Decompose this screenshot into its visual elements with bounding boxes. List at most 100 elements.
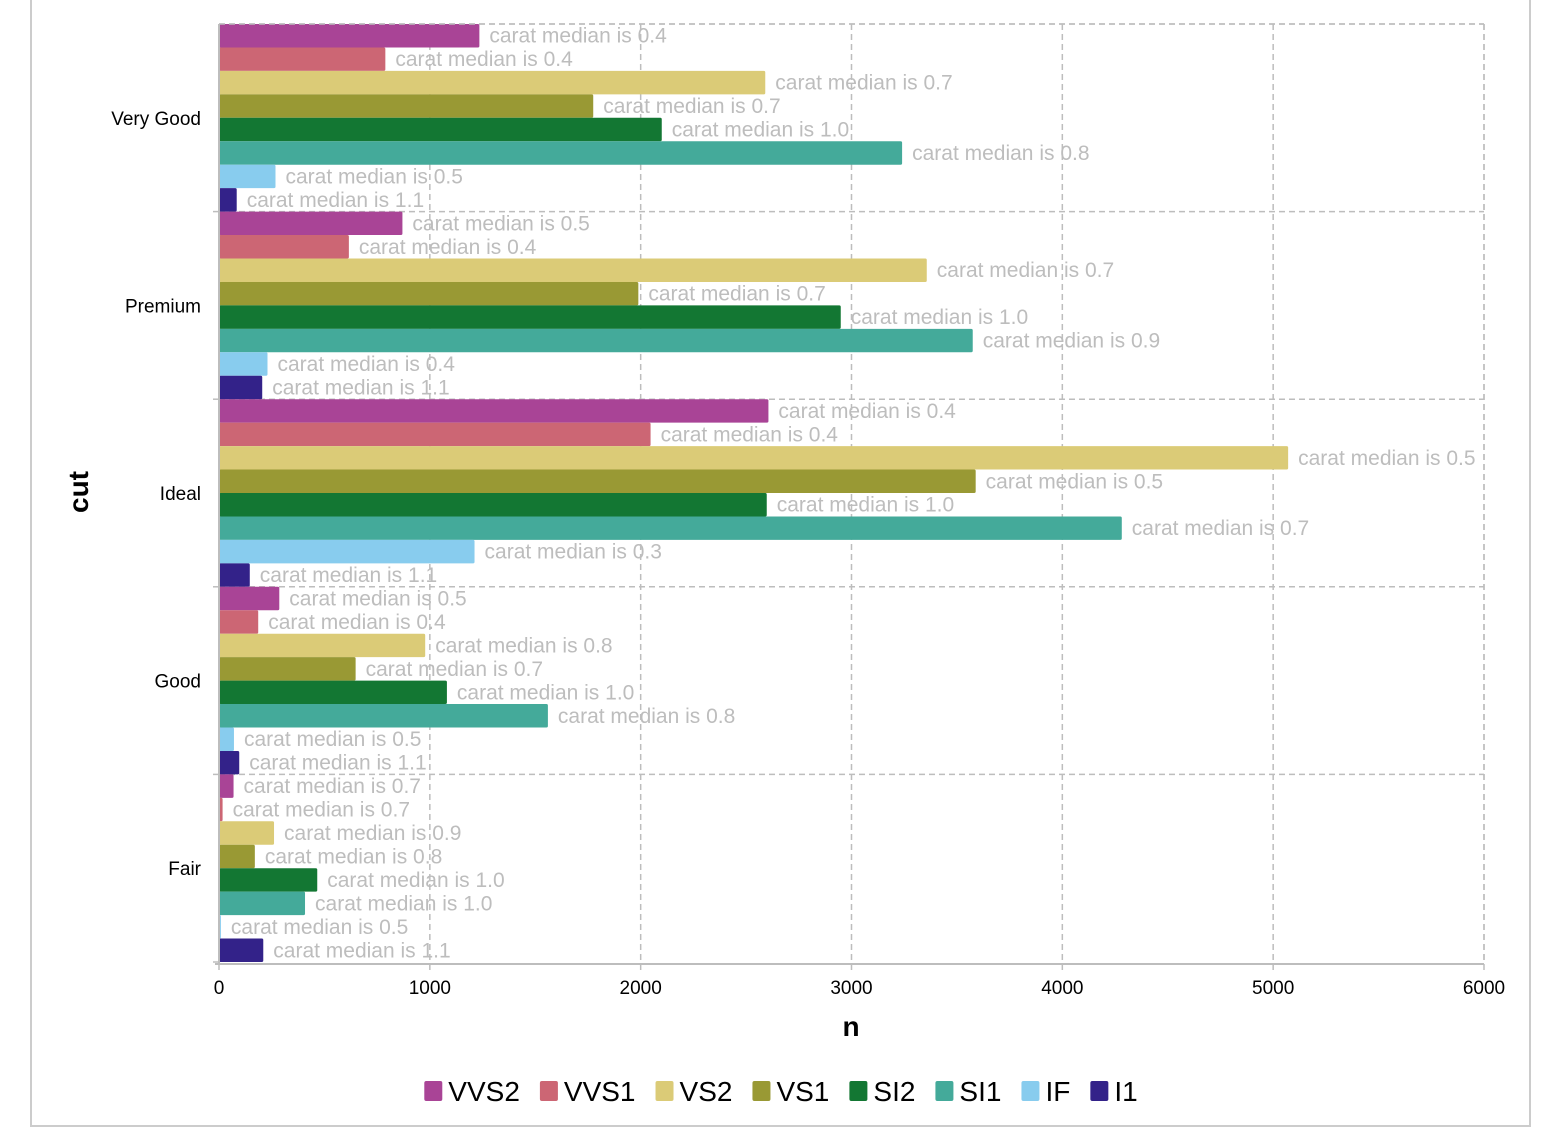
legend-swatch	[1090, 1081, 1109, 1101]
data-label: carat median is 1.1	[273, 939, 450, 962]
data-label: carat median is 1.0	[327, 869, 504, 892]
data-label: carat median is 0.5	[231, 916, 408, 939]
data-label: carat median is 1.1	[247, 189, 424, 212]
data-label: carat median is 0.7	[775, 72, 952, 95]
legend-swatch	[424, 1081, 443, 1101]
legend-item-i1: I1	[1090, 1076, 1138, 1107]
legend-label: IF	[1045, 1076, 1070, 1107]
bar-vvs1-ideal	[219, 422, 651, 447]
data-label: carat median is 0.5	[289, 588, 466, 611]
bar-si2-very-good	[219, 117, 662, 142]
bar-si1-ideal	[219, 516, 1122, 540]
data-label: carat median is 1.1	[260, 564, 437, 587]
x-axis-title: n	[842, 1011, 859, 1042]
legend-swatch	[1021, 1081, 1040, 1101]
data-label: carat median is 0.4	[778, 400, 956, 423]
data-label: carat median is 0.5	[986, 470, 1163, 493]
data-label: carat median is 1.0	[851, 306, 1028, 329]
data-label: carat median is 0.7	[1132, 517, 1309, 540]
data-label: carat median is 1.0	[672, 119, 849, 142]
legend-item-si1: SI1	[935, 1076, 1001, 1107]
legend-label: VS1	[776, 1076, 829, 1107]
legend-item-vvs2: VVS2	[424, 1076, 520, 1107]
x-tick-label: 5000	[1252, 978, 1294, 999]
data-label: carat median is 0.7	[648, 283, 825, 306]
bar-i1-good	[219, 750, 240, 775]
data-label: carat median is 1.1	[249, 752, 426, 775]
bar-vvs1-good	[219, 610, 259, 634]
data-label: carat median is 0.5	[412, 212, 589, 235]
bar-vvs2-good	[219, 586, 280, 611]
data-label: carat median is 0.4	[268, 611, 446, 634]
bar-vvs1-very-good	[219, 47, 386, 71]
data-label: carat median is 0.5	[244, 728, 421, 751]
legend-swatch	[849, 1081, 868, 1101]
data-label: carat median is 1.0	[457, 681, 634, 704]
legend-item-si2: SI2	[849, 1076, 915, 1107]
bar-vvs2-very-good	[219, 24, 480, 48]
data-label: carat median is 0.8	[558, 705, 735, 728]
data-label: carat median is 0.4	[489, 25, 667, 48]
bar-si2-fair	[219, 868, 318, 892]
data-label: carat median is 1.0	[315, 892, 492, 915]
data-label: carat median is 0.3	[485, 541, 662, 564]
y-tick-label: Very Good	[111, 109, 201, 130]
data-label: carat median is 0.4	[359, 236, 537, 259]
bar-vs1-very-good	[219, 94, 594, 118]
legend: VVS2 VVS1 VS2 VS1 SI2 SI1 IF I1	[424, 1076, 1138, 1107]
data-label: carat median is 0.4	[395, 48, 573, 71]
bar-vs1-premium	[219, 281, 639, 306]
bar-vs2-fair	[219, 821, 275, 845]
bar-if-very-good	[219, 164, 276, 189]
x-tick-label: 6000	[1463, 978, 1505, 999]
bar-vvs1-premium	[219, 235, 349, 259]
data-label: carat median is 0.7	[244, 775, 421, 798]
bar-si1-very-good	[219, 141, 903, 165]
bar-if-premium	[219, 352, 268, 376]
bar-vvs2-fair	[219, 774, 234, 798]
bar-si1-fair	[219, 891, 306, 916]
data-label: carat median is 0.7	[603, 95, 780, 118]
bar-vs2-very-good	[219, 70, 766, 95]
legend-swatch	[539, 1081, 558, 1101]
y-tick-label: Fair	[168, 859, 201, 880]
bar-si1-good	[219, 704, 548, 728]
data-label: carat median is 0.7	[937, 259, 1114, 282]
bar-vs1-good	[219, 657, 356, 681]
bar-si2-good	[219, 680, 447, 705]
bar-if-ideal	[219, 539, 475, 564]
bar-i1-premium	[219, 375, 263, 400]
data-label: carat median is 0.7	[366, 658, 543, 681]
x-tick-label: 1000	[409, 978, 451, 999]
data-label: carat median is 1.0	[777, 494, 954, 517]
data-label: carat median is 0.5	[286, 165, 463, 188]
bar-vs2-premium	[219, 258, 927, 282]
legend-label: VVS1	[564, 1076, 636, 1107]
legend-label: I1	[1114, 1076, 1137, 1107]
legend-swatch	[752, 1081, 771, 1101]
data-label: carat median is 0.8	[435, 634, 612, 657]
data-label: carat median is 0.4	[277, 353, 455, 376]
bar-si1-premium	[219, 328, 973, 353]
x-tick-label: 2000	[620, 978, 662, 999]
data-label: carat median is 0.5	[1298, 447, 1475, 470]
legend-swatch	[655, 1081, 674, 1101]
y-tick-label: Good	[155, 672, 201, 693]
bar-i1-ideal	[219, 563, 250, 587]
bar-si2-premium	[219, 305, 841, 329]
legend-label: SI1	[959, 1076, 1001, 1107]
bar-si2-ideal	[219, 493, 767, 517]
data-label: carat median is 1.1	[272, 376, 449, 399]
data-label: carat median is 0.9	[983, 330, 1160, 353]
bar-vs2-good	[219, 633, 426, 658]
bar-i1-very-good	[219, 188, 237, 212]
x-tick-label: 3000	[830, 978, 872, 999]
x-tick-label: 4000	[1041, 978, 1083, 999]
legend-item-vs2: VS2	[655, 1076, 732, 1107]
y-tick-label: Premium	[125, 296, 201, 317]
legend-label: VVS2	[448, 1076, 520, 1107]
y-tick-label: Ideal	[160, 484, 201, 505]
bar-i1-fair	[219, 938, 264, 962]
legend-item-vs1: VS1	[752, 1076, 829, 1107]
data-label: carat median is 0.7	[233, 799, 410, 822]
